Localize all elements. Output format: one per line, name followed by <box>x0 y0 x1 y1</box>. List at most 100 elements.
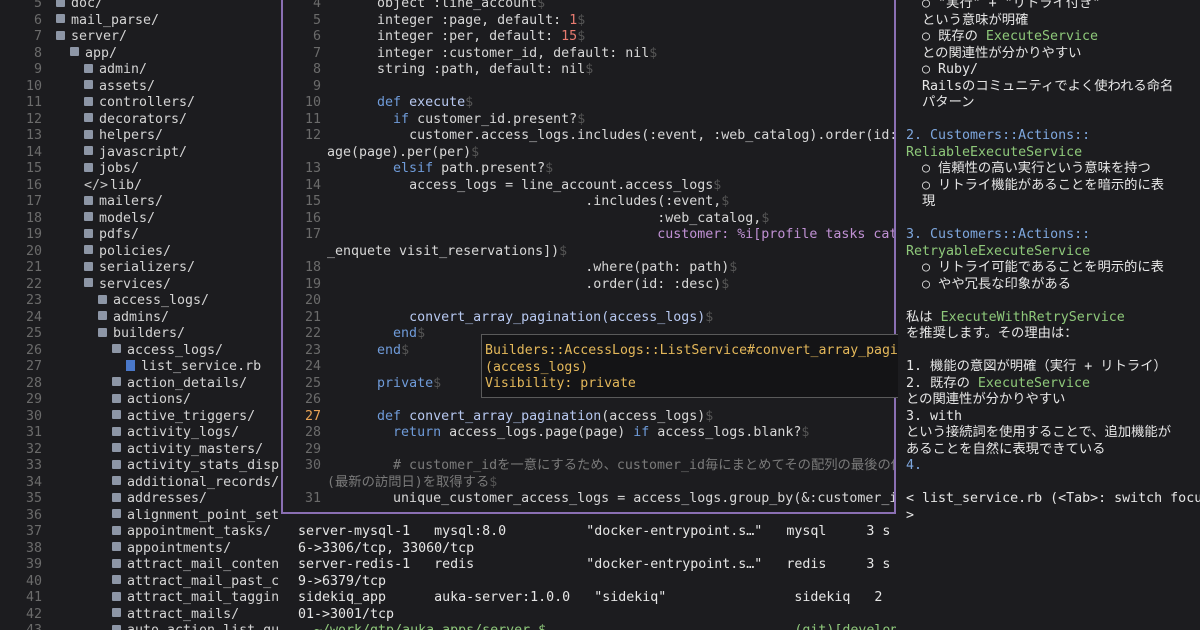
code-editor-pane[interactable]: 4 object :line_account$ 5 integer :page, … <box>281 0 896 514</box>
tree-item[interactable]: javascript/ <box>84 145 187 162</box>
code-line[interactable]: (最新の訪問日)を取得する$ <box>283 475 894 492</box>
code-line[interactable]: 28 return access_logs.page(page) if acce… <box>283 425 894 442</box>
tree-item[interactable]: pdfs/ <box>84 227 139 244</box>
tree-item[interactable]: decorators/ <box>84 112 187 129</box>
tree-row[interactable]: 38 appointments/ <box>0 541 280 558</box>
tree-item[interactable]: auto_action_list_gu <box>112 623 279 630</box>
code-line[interactable]: 7 integer :customer_id, default: nil$ <box>283 46 894 63</box>
tree-item[interactable]: controllers/ <box>84 95 195 112</box>
tree-row[interactable]: 7 server/ <box>0 29 280 46</box>
code-line[interactable]: 12 customer.access_logs.includes(:event,… <box>283 128 894 145</box>
tree-item[interactable]: action_details/ <box>112 376 247 393</box>
tree-row[interactable]: 28 action_details/ <box>0 376 280 393</box>
code-line[interactable]: 14 access_logs = line_account.access_log… <box>283 178 894 195</box>
tree-row[interactable]: 43 auto_action_list_gu <box>0 623 280 630</box>
tree-row[interactable]: 30 active_triggers/ <box>0 409 280 426</box>
tree-item[interactable]: appointment_tasks/ <box>112 524 271 541</box>
tree-item[interactable]: policies/ <box>84 244 171 261</box>
tree-row[interactable]: 16 </> lib/ <box>0 178 280 195</box>
tree-item[interactable]: admin/ <box>84 62 147 79</box>
tree-row[interactable]: 6 mail_parse/ <box>0 13 280 30</box>
tree-row[interactable]: 9 admin/ <box>0 62 280 79</box>
tree-item[interactable]: activity_logs/ <box>112 425 239 442</box>
code-line[interactable]: 31 unique_customer_access_logs = access_… <box>283 491 894 508</box>
tree-row[interactable]: 40 attract_mail_past_c <box>0 574 280 591</box>
tree-item[interactable]: helpers/ <box>84 128 163 145</box>
tree-row[interactable]: 37 appointment_tasks/ <box>0 524 280 541</box>
code-line[interactable]: 27 def convert_array_pagination(access_l… <box>283 409 894 426</box>
chat-pane[interactable]: ○ "実行" + "リトライ付き" という意味が明確 ○ 既存の Execute… <box>898 0 1200 630</box>
code-line[interactable]: 18 .where(path: path)$ <box>283 260 894 277</box>
code-line[interactable]: 29 <box>283 442 894 459</box>
code-line[interactable]: 16 :web_catalog,$ <box>283 211 894 228</box>
tree-row[interactable]: 21 serializers/ <box>0 260 280 277</box>
tree-row[interactable]: 34 additional_records/ <box>0 475 280 492</box>
tree-item[interactable]: </> lib/ <box>84 178 142 195</box>
tree-item[interactable]: models/ <box>84 211 155 228</box>
tree-row[interactable]: 12 decorators/ <box>0 112 280 129</box>
tree-row[interactable]: 15 jobs/ <box>0 161 280 178</box>
tree-row[interactable]: 41 attract_mail_taggin <box>0 590 280 607</box>
tree-row[interactable]: 25 builders/ <box>0 326 280 343</box>
tree-item[interactable]: services/ <box>84 277 171 294</box>
tree-item[interactable]: list_service.rb <box>126 359 261 376</box>
tree-row[interactable]: 20 policies/ <box>0 244 280 261</box>
tree-row[interactable]: 18 models/ <box>0 211 280 228</box>
tree-item[interactable]: builders/ <box>98 326 185 343</box>
tree-row[interactable]: 5 doc/ <box>0 0 280 13</box>
code-line[interactable]: 13 elsif path.present?$ <box>283 161 894 178</box>
tree-item[interactable]: mailers/ <box>84 194 163 211</box>
tree-row[interactable]: 13 helpers/ <box>0 128 280 145</box>
terminal-pane[interactable]: server-mysql-1 mysql:8.0 "docker-entrypo… <box>281 516 896 630</box>
tree-row[interactable]: 10 assets/ <box>0 79 280 96</box>
tree-item[interactable]: assets/ <box>84 79 155 96</box>
tree-row[interactable]: 33 activity_stats_disp <box>0 458 280 475</box>
tree-item[interactable]: appointments/ <box>112 541 231 558</box>
tree-item[interactable]: admins/ <box>98 310 169 327</box>
tree-item[interactable]: attract_mail_conten <box>112 557 279 574</box>
tree-row[interactable]: 14 javascript/ <box>0 145 280 162</box>
tree-row[interactable]: 17 mailers/ <box>0 194 280 211</box>
code-line[interactable]: 20 <box>283 293 894 310</box>
tree-row[interactable]: 29 actions/ <box>0 392 280 409</box>
code-line[interactable]: age(page).per(per)$ <box>283 145 894 162</box>
tree-item[interactable]: alignment_point_set <box>112 508 279 525</box>
tree-row[interactable]: 11 controllers/ <box>0 95 280 112</box>
tree-row[interactable]: 42 attract_mails/ <box>0 607 280 624</box>
file-tree-pane[interactable]: 5 doc/6 mail_parse/7 server/8 app/9 admin/10 a… <box>0 0 280 630</box>
tree-item[interactable]: access_logs/ <box>112 343 223 360</box>
code-line[interactable]: 4 object :line_account$ <box>283 0 894 13</box>
code-line[interactable]: 21 convert_array_pagination(access_logs)… <box>283 310 894 327</box>
tree-item[interactable]: active_triggers/ <box>112 409 255 426</box>
tree-item[interactable]: additional_records/ <box>112 475 279 492</box>
code-line[interactable]: _enquete visit_reservations])$ <box>283 244 894 261</box>
code-line[interactable]: 19 .order(id: :desc)$ <box>283 277 894 294</box>
tree-row[interactable]: 22 services/ <box>0 277 280 294</box>
code-line[interactable]: 15 .includes(:event,$ <box>283 194 894 211</box>
code-line[interactable]: 5 integer :page, default: 1$ <box>283 13 894 30</box>
code-line[interactable]: 10 def execute$ <box>283 95 894 112</box>
tree-row[interactable]: 27 list_service.rb <box>0 359 280 376</box>
tree-item[interactable]: activity_masters/ <box>112 442 263 459</box>
code-line[interactable]: 17 customer: %i[profile tasks catalog <box>283 227 894 244</box>
tree-item[interactable]: actions/ <box>112 392 191 409</box>
tree-row[interactable]: 23 access_logs/ <box>0 293 280 310</box>
code-line[interactable]: 11 if customer_id.present?$ <box>283 112 894 129</box>
tree-item[interactable]: activity_stats_disp <box>112 458 279 475</box>
tree-item[interactable]: attract_mail_taggin <box>112 590 279 607</box>
code-line[interactable]: 8 string :path, default: nil$ <box>283 62 894 79</box>
tree-item[interactable]: serializers/ <box>84 260 195 277</box>
code-line[interactable]: 9 <box>283 79 894 96</box>
tree-item[interactable]: app/ <box>70 46 117 63</box>
tree-row[interactable]: 39 attract_mail_conten <box>0 557 280 574</box>
tree-item[interactable]: doc/ <box>56 0 103 13</box>
tree-row[interactable]: 35 addresses/ <box>0 491 280 508</box>
tree-row[interactable]: 8 app/ <box>0 46 280 63</box>
tree-item[interactable]: access_logs/ <box>98 293 209 310</box>
tree-item[interactable]: attract_mail_past_c <box>112 574 279 591</box>
tree-item[interactable]: jobs/ <box>84 161 139 178</box>
code-line[interactable]: 6 integer :per, default: 15$ <box>283 29 894 46</box>
tree-item[interactable]: attract_mails/ <box>112 607 239 624</box>
tree-item[interactable]: mail_parse/ <box>56 13 159 30</box>
tree-row[interactable]: 19 pdfs/ <box>0 227 280 244</box>
